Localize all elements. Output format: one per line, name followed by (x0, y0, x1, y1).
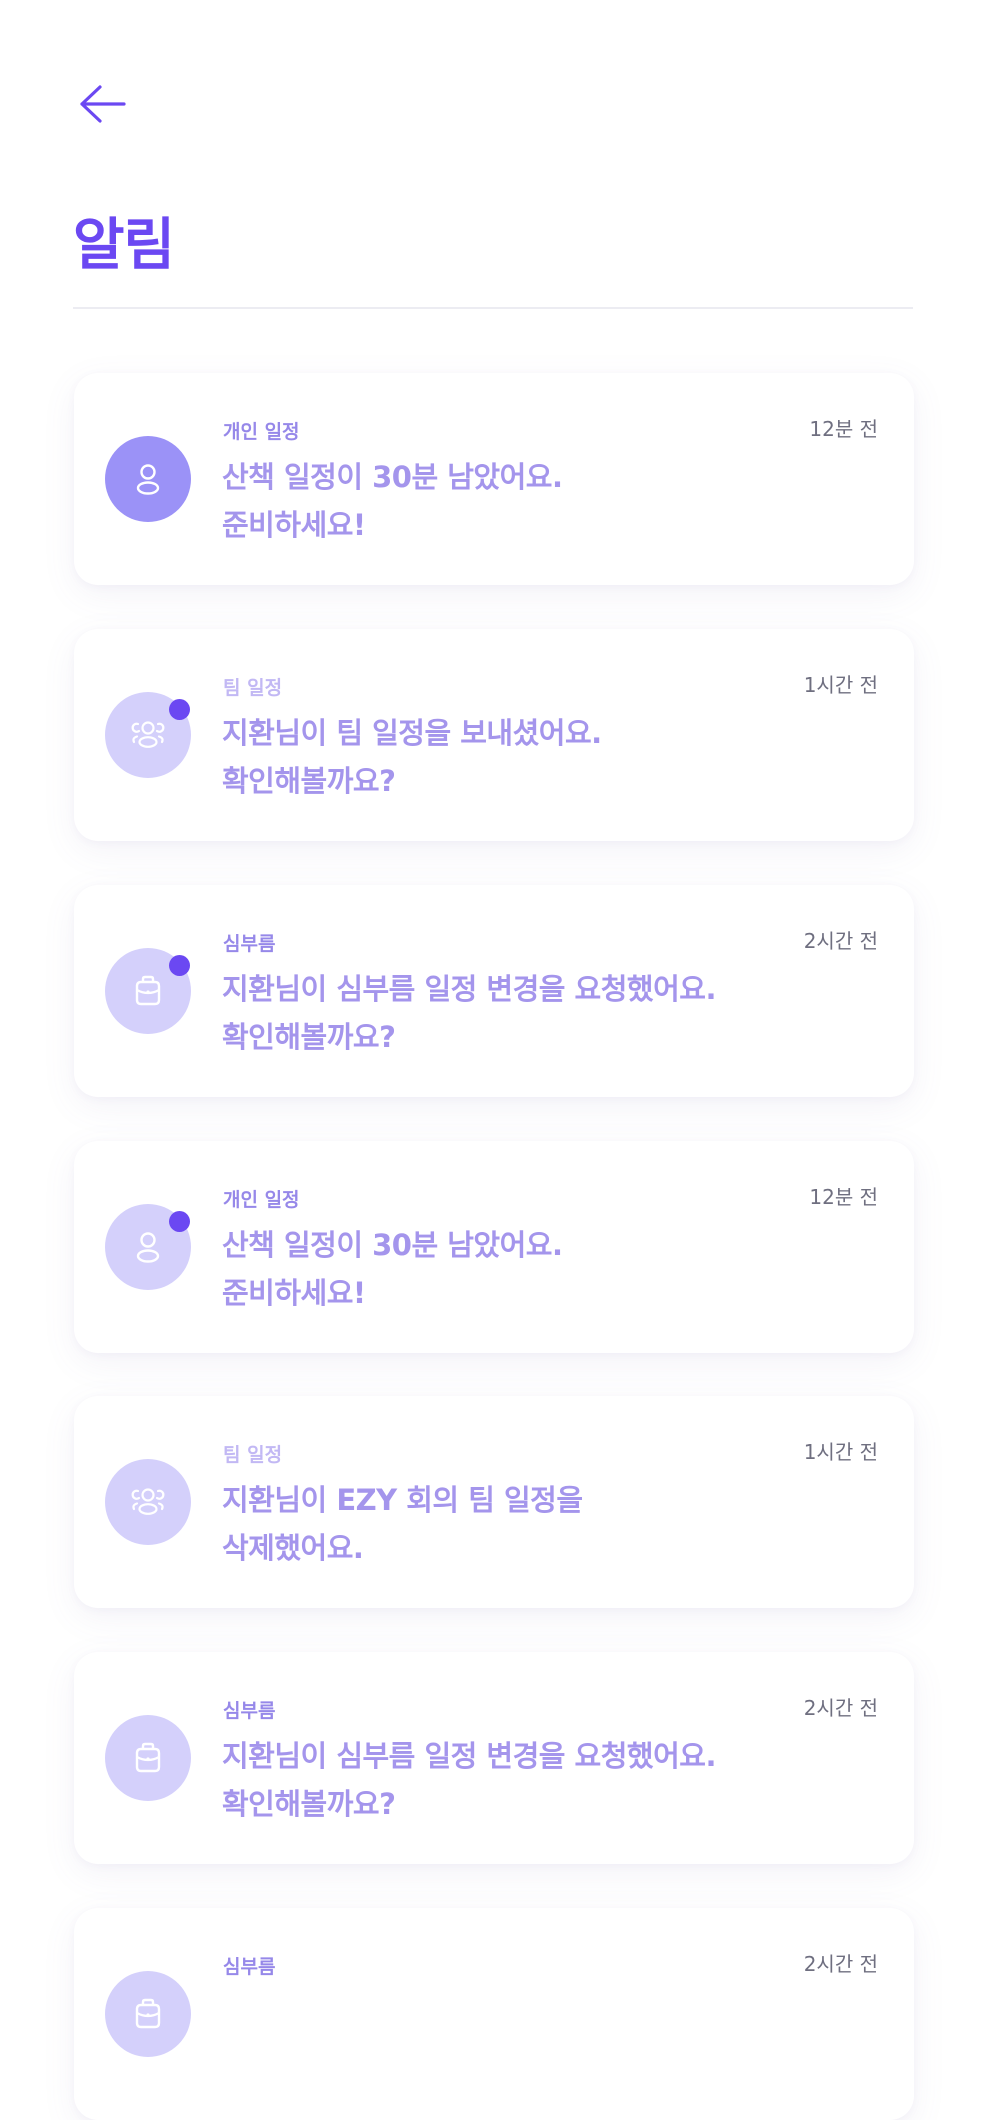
notification-category: 심부름 (223, 1956, 276, 1978)
notification-time: 12분 전 (809, 417, 878, 441)
notification-message-line: 지환님이 EZY 회의 팀 일정을 (222, 1483, 583, 1517)
notification-time: 1시간 전 (803, 1440, 878, 1464)
notification-message: 산책 일정이 30분 남았어요. 준비하세요! (222, 1221, 563, 1317)
notification-time: 12분 전 (809, 1185, 878, 1209)
notification-message-line: 준비하세요! (222, 1276, 366, 1310)
notification-time: 2시간 전 (803, 1696, 878, 1720)
notification-category: 개인 일정 (223, 421, 300, 443)
notification-avatar (105, 436, 191, 522)
person-icon (126, 457, 170, 501)
notification-card[interactable]: 개인 일정산책 일정이 30분 남았어요. 준비하세요! 12분 전 (74, 1141, 914, 1353)
notification-message: 지환님이 심부름 일정 변경을 요청했어요. 확인해볼까요? (222, 965, 716, 1061)
notification-category: 팀 일정 (223, 1444, 283, 1466)
notification-message-line: 지환님이 심부름 일정 변경을 요청했어요. (222, 1739, 716, 1773)
notification-category: 팀 일정 (223, 677, 283, 699)
unread-dot (169, 1211, 190, 1232)
notification-message-line: 확인해볼까요? (222, 764, 396, 798)
team-icon (126, 1480, 170, 1524)
person-icon (126, 1225, 170, 1269)
team-icon (126, 713, 170, 757)
bag-icon (126, 969, 170, 1013)
notification-message: 산책 일정이 30분 남았어요. 준비하세요! (222, 453, 563, 549)
notification-message: 지환님이 EZY 회의 팀 일정을삭제했어요. (222, 1476, 583, 1572)
unread-dot (169, 955, 190, 976)
bag-icon (126, 1736, 170, 1780)
notification-message-line: 산책 일정이 30분 남았어요. (222, 460, 563, 494)
notification-message-line: 지환님이 팀 일정을 보내셨어요. (222, 716, 602, 750)
notification-card[interactable]: 심부름 2시간 전 (74, 1908, 914, 2120)
notification-time: 1시간 전 (803, 673, 878, 697)
notification-message-line: 확인해볼까요? (222, 1787, 396, 1821)
notification-category: 심부름 (223, 933, 276, 955)
notification-message-line: 삭제했어요. (222, 1531, 364, 1565)
notification-category: 심부름 (223, 1700, 276, 1722)
notification-message-line: 확인해볼까요? (222, 1020, 396, 1054)
unread-dot (169, 699, 190, 720)
notification-message: 지환님이 팀 일정을 보내셨어요. 확인해볼까요? (222, 709, 602, 805)
notification-time: 2시간 전 (803, 1952, 878, 1976)
notification-card[interactable]: 심부름지환님이 심부름 일정 변경을 요청했어요. 확인해볼까요? 2시간 전 (74, 1652, 914, 1864)
notification-card[interactable]: 팀 일정지환님이 EZY 회의 팀 일정을삭제했어요. 1시간 전 (74, 1396, 914, 1608)
notification-list: 개인 일정 산책 일정이 30분 남았어요. 준비하세요! 12분 전팀 일정 지환님이… (0, 0, 990, 2120)
notification-time: 2시간 전 (803, 929, 878, 953)
notification-message-line: 지환님이 심부름 일정 변경을 요청했어요. (222, 972, 716, 1006)
notification-message-line: 산책 일정이 30분 남았어요. (222, 1228, 563, 1262)
notification-card[interactable]: 심부름지환님이 심부름 일정 변경을 요청했어요. 확인해볼까요? 2시간 전 (74, 885, 914, 1097)
notification-avatar (105, 1715, 191, 1801)
notification-card[interactable]: 개인 일정산책 일정이 30분 남았어요. 준비하세요! 12분 전 (74, 373, 914, 585)
notification-avatar (105, 1459, 191, 1545)
notification-category: 개인 일정 (223, 1189, 300, 1211)
notification-message-line: 준비하세요! (222, 508, 366, 542)
notification-card[interactable]: 팀 일정지환님이 팀 일정을 보내셨어요. 확인해볼까요? 1시간 전 (74, 629, 914, 841)
notification-message: 지환님이 심부름 일정 변경을 요청했어요. 확인해볼까요? (222, 1732, 716, 1828)
notification-avatar (105, 1971, 191, 2057)
bag-icon (126, 1992, 170, 2036)
